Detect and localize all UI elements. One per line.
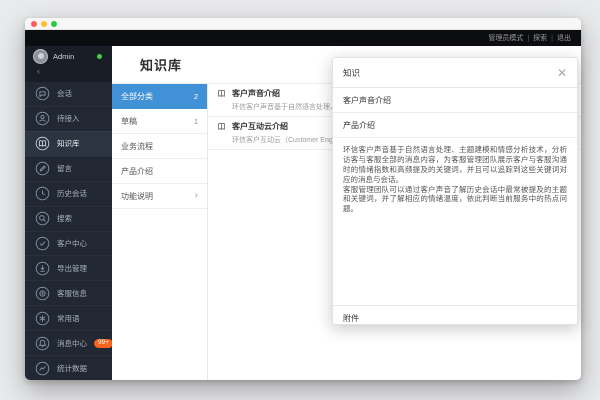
asterisk-icon xyxy=(35,311,50,326)
sidebar-item-knowledge-base[interactable]: 知识库 xyxy=(25,131,112,156)
minimize-window-icon[interactable] xyxy=(41,21,47,27)
sidebar-item-label: 常用语 xyxy=(57,313,80,324)
download-icon xyxy=(35,261,50,276)
knowledge-paragraph: 环信客户声音基于自然语言处理、主题建模和情感分析技术，分析访客与客服全部的消息内… xyxy=(343,145,567,185)
sidebar-item-agent-info[interactable]: 客服信息 xyxy=(25,280,112,305)
category-business-process[interactable]: 业务流程 xyxy=(112,134,207,159)
sidebar-item-export[interactable]: 导出管理 xyxy=(25,255,112,280)
list-item-title: 客户互动云介绍 xyxy=(232,121,288,132)
category-count: 2 xyxy=(194,92,198,101)
sidebar-item-label: 导出管理 xyxy=(57,263,87,274)
chevron-right-icon: › xyxy=(195,191,198,201)
search-result-item[interactable]: 产品介绍 xyxy=(333,113,577,138)
sidebar-item-label: 客服信息 xyxy=(57,288,87,299)
book-icon xyxy=(216,121,227,132)
edit-icon xyxy=(35,161,50,176)
category-label: 全部分类 xyxy=(121,91,153,102)
category-label: 草稿 xyxy=(121,116,137,127)
category-label: 业务流程 xyxy=(121,141,153,152)
target-icon xyxy=(35,286,50,301)
topbar-link-explore[interactable]: 探索 xyxy=(533,33,547,43)
knowledge-paragraph: 客服管理团队可以通过客户声音了解历史会话中最常被提及的主题和关键词，并了解相应的… xyxy=(343,185,567,215)
check-icon xyxy=(35,236,50,251)
topbar-link-logout[interactable]: 退出 xyxy=(557,33,571,43)
sidebar-item-sessions[interactable]: 会话 xyxy=(25,82,112,106)
mac-titlebar xyxy=(25,18,581,30)
list-item-title: 客户声音介绍 xyxy=(232,88,280,99)
sidebar-item-label: 搜索 xyxy=(57,213,72,224)
sidebar-item-search[interactable]: 搜索 xyxy=(25,206,112,231)
user-block: Admin ‹ xyxy=(25,46,112,82)
avatar[interactable] xyxy=(33,49,48,64)
panel-header: 知识 ✕ xyxy=(333,58,577,88)
sidebar-item-notification-center[interactable]: 消息中心 99+ xyxy=(25,330,112,355)
category-list: 全部分类 2 草稿 1 业务流程 产品介绍 xyxy=(112,84,208,380)
category-count: 1 xyxy=(194,117,198,126)
sidebar-item-customer-center[interactable]: 客户中心 xyxy=(25,231,112,256)
category-feature-notes[interactable]: 功能说明 › xyxy=(112,184,207,209)
page-title: 知识库 xyxy=(140,55,182,74)
stats-icon xyxy=(35,361,50,376)
notification-badge: 99+ xyxy=(94,339,113,348)
category-label: 功能说明 xyxy=(121,191,153,202)
close-icon[interactable]: ✕ xyxy=(557,67,567,79)
close-window-icon[interactable] xyxy=(31,21,37,27)
sidebar-item-label: 消息中心 xyxy=(57,338,87,349)
attachments-label: 附件 xyxy=(333,306,577,324)
knowledge-search-input[interactable]: 知识 xyxy=(343,67,557,79)
chat-icon xyxy=(35,86,50,101)
knowledge-search-panel: 知识 ✕ 客户声音介绍 产品介绍 环信客户声音基于自然语言处理、主题建模和情感分… xyxy=(332,57,578,325)
topbar-link-admin-mode[interactable]: 管理员模式 xyxy=(488,33,523,43)
username-label: Admin xyxy=(53,52,74,61)
online-status-dot xyxy=(97,54,102,59)
search-icon xyxy=(35,211,50,226)
clock-icon xyxy=(35,186,50,201)
category-label: 产品介绍 xyxy=(121,166,153,177)
sidebar-menu: 会话 待接入 知识库 留言 xyxy=(25,82,112,380)
bell-icon xyxy=(35,336,50,351)
person-icon xyxy=(35,111,50,126)
desktop-background: 管理员模式 | 探索 | 退出 Admin ‹ xyxy=(0,0,600,400)
sidebar-item-label: 知识库 xyxy=(57,138,80,149)
sidebar: Admin ‹ 会话 待接入 知识 xyxy=(25,46,112,380)
zoom-window-icon[interactable] xyxy=(51,21,57,27)
sidebar-item-label: 客户中心 xyxy=(57,238,87,249)
book-icon xyxy=(216,88,227,99)
sidebar-item-label: 历史会话 xyxy=(57,188,87,199)
topbar-separator: | xyxy=(527,35,529,42)
sidebar-item-statistics[interactable]: 统计数据 xyxy=(25,355,112,380)
search-result-item[interactable]: 客户声音介绍 xyxy=(333,88,577,113)
book-icon xyxy=(35,136,50,151)
sidebar-item-label: 统计数据 xyxy=(57,363,87,374)
sidebar-item-history[interactable]: 历史会话 xyxy=(25,181,112,206)
sidebar-item-messages[interactable]: 留言 xyxy=(25,156,112,181)
sidebar-item-label: 待接入 xyxy=(57,113,80,124)
admin-topbar: 管理员模式 | 探索 | 退出 xyxy=(25,30,581,46)
category-all[interactable]: 全部分类 2 xyxy=(112,84,207,109)
category-draft[interactable]: 草稿 1 xyxy=(112,109,207,134)
sidebar-item-queue[interactable]: 待接入 xyxy=(25,106,112,131)
sidebar-collapse-icon[interactable]: ‹ xyxy=(33,64,47,76)
knowledge-content: 环信客户声音基于自然语言处理、主题建模和情感分析技术，分析访客与客服全部的消息内… xyxy=(333,138,577,306)
sidebar-item-label: 留言 xyxy=(57,163,72,174)
sidebar-item-label: 会话 xyxy=(57,88,72,99)
sidebar-item-common-phrases[interactable]: 常用语 xyxy=(25,305,112,330)
topbar-separator: | xyxy=(551,35,553,42)
category-product-intro[interactable]: 产品介绍 xyxy=(112,159,207,184)
